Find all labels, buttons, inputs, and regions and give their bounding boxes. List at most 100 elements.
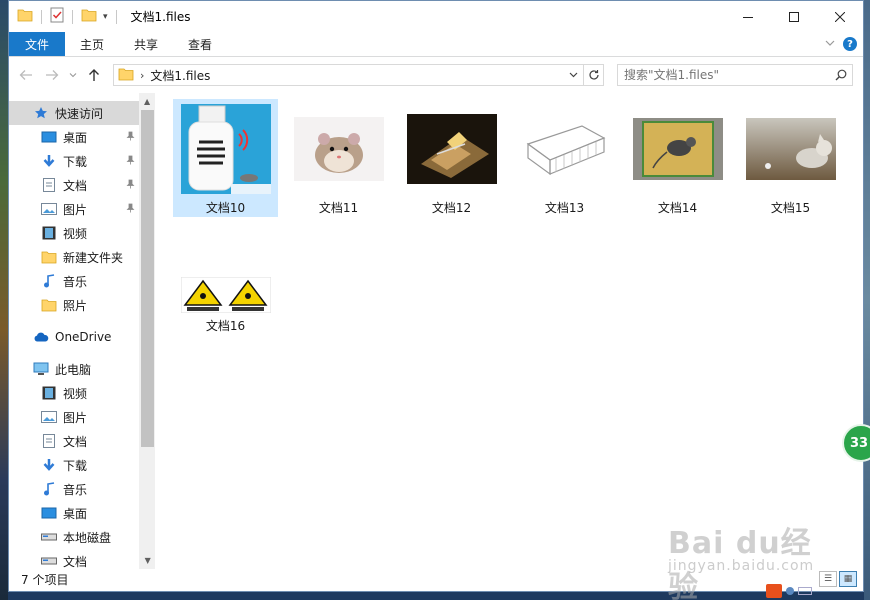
nav-item-video[interactable]: 视频	[9, 221, 139, 245]
file-item[interactable]: 文档15	[738, 99, 843, 217]
nav-item-drive[interactable]: 本地磁盘	[9, 525, 139, 549]
tab-share[interactable]: 共享	[119, 32, 173, 56]
video-icon	[41, 225, 57, 241]
file-item[interactable]: 文档12	[399, 99, 504, 217]
pin-icon[interactable]	[126, 203, 135, 216]
back-button[interactable]	[15, 64, 37, 86]
search-icon[interactable]	[830, 69, 852, 81]
thumbnail-cat	[745, 103, 837, 195]
pictures-icon	[41, 201, 57, 217]
folder-icon	[41, 297, 57, 313]
minimize-button[interactable]	[725, 1, 771, 32]
nav-item-label: 图片	[63, 202, 88, 217]
file-item[interactable]: 文档16	[173, 273, 278, 333]
nav-item-label: 下载	[63, 458, 88, 473]
watermark-url: jingyan.baidu.com	[668, 558, 815, 574]
nav-item-drive[interactable]: 文档	[9, 549, 139, 569]
up-button[interactable]	[83, 64, 105, 86]
pin-icon[interactable]	[126, 179, 135, 192]
document-icon	[41, 177, 57, 193]
search-input[interactable]	[624, 68, 830, 82]
nav-item-label: 桌面	[63, 506, 88, 521]
folder-icon	[41, 249, 57, 265]
thumbnail-cage-trap	[519, 103, 611, 195]
nav-item-pictures[interactable]: 图片	[9, 405, 139, 429]
nav-item-document[interactable]: 文档	[9, 173, 139, 197]
nav-item-pictures[interactable]: 图片	[9, 197, 139, 221]
thumbnail-glue-trap	[632, 103, 724, 195]
nav-item-desktop[interactable]: 桌面	[9, 501, 139, 525]
desktop-icon	[41, 505, 57, 521]
file-item[interactable]: 文档11	[286, 99, 391, 217]
nav-item-label: 文档	[63, 178, 88, 193]
thumbnail-hamster	[293, 103, 385, 195]
expand-ribbon-chevron-icon[interactable]	[825, 39, 835, 50]
nav-item-label: 文档	[63, 434, 88, 449]
pin-icon[interactable]	[126, 131, 135, 144]
navigation-bar: › 文档1.files	[9, 57, 863, 93]
nav-item-document[interactable]: 文档	[9, 429, 139, 453]
nav-item-video[interactable]: 视频	[9, 381, 139, 405]
nav-item-label: 照片	[63, 298, 88, 313]
nav-item-download[interactable]: 下载	[9, 149, 139, 173]
file-item[interactable]: 文档13	[512, 99, 617, 217]
address-history-dropdown[interactable]	[563, 65, 583, 85]
pin-icon[interactable]	[126, 155, 135, 168]
recent-locations-dropdown[interactable]	[67, 64, 79, 86]
nav-item-label: 桌面	[63, 130, 88, 145]
help-icon[interactable]: ?	[843, 37, 857, 51]
nav-item-label: 图片	[63, 410, 88, 425]
nav-item-quick-access[interactable]: 快速访问	[9, 101, 140, 125]
file-grid: 文档10 文档11 文档12 文档13 文档14 文档15 文档16	[173, 99, 863, 389]
tab-view[interactable]: 查看	[173, 32, 227, 56]
new-folder-icon[interactable]	[81, 8, 97, 25]
search-box[interactable]	[617, 64, 853, 86]
nav-item-label: 此电脑	[55, 362, 92, 377]
tab-file[interactable]: 文件	[9, 32, 66, 56]
nav-item-folder[interactable]: 照片	[9, 293, 139, 317]
title-bar: ▾ 文档1.files	[9, 1, 863, 32]
breadcrumb-segment[interactable]: 文档1.files	[150, 67, 210, 84]
refresh-button[interactable]	[583, 65, 603, 85]
navigation-pane-scrollbar[interactable]: ▲ ▼	[139, 93, 155, 569]
main-area: 快速访问 桌面 下载 文档 图片 视频 新建文件夹 音乐 照片 OneDrive 此电脑 视频…	[9, 93, 863, 569]
drive-icon	[41, 529, 57, 545]
keyboard-icon[interactable]	[798, 587, 812, 595]
nav-item-download[interactable]: 下载	[9, 453, 139, 477]
maximize-button[interactable]	[771, 1, 817, 32]
nav-item-music[interactable]: 音乐	[9, 269, 139, 293]
nav-item-desktop[interactable]: 桌面	[9, 125, 139, 149]
input-method-icon[interactable]	[766, 584, 782, 598]
address-bar[interactable]: › 文档1.files	[113, 64, 604, 86]
nav-item-music[interactable]: 音乐	[9, 477, 139, 501]
tab-home[interactable]: 主页	[65, 32, 119, 56]
nav-item-folder[interactable]: 新建文件夹	[9, 245, 139, 269]
window-controls	[725, 1, 863, 32]
nav-item-this-pc[interactable]: 此电脑	[9, 357, 139, 381]
thumbnail-warning-sign	[180, 277, 272, 313]
download-icon	[41, 457, 57, 473]
video-icon	[41, 385, 57, 401]
file-name: 文档11	[318, 201, 359, 215]
forward-button[interactable]	[41, 64, 63, 86]
file-item[interactable]: 文档10	[173, 99, 278, 217]
customize-toolbar-dropdown-icon[interactable]: ▾	[103, 12, 108, 22]
scrollbar-thumb[interactable]	[141, 110, 155, 447]
music-icon	[41, 481, 57, 497]
close-button[interactable]	[817, 1, 863, 32]
nav-item-onedrive[interactable]: OneDrive	[9, 325, 139, 349]
breadcrumb-separator-icon[interactable]: ›	[140, 69, 144, 82]
nav-item-label: 本地磁盘	[63, 530, 112, 545]
desktop-background-left	[0, 0, 8, 600]
toolbar-separator	[41, 9, 42, 24]
file-item[interactable]: 文档14	[625, 99, 730, 217]
moon-icon[interactable]	[786, 587, 794, 595]
cloud-icon	[33, 329, 49, 345]
ribbon-tabs: 文件 主页 共享 查看 ?	[9, 32, 863, 57]
scroll-up-icon[interactable]: ▲	[139, 93, 155, 110]
file-name: 文档13	[544, 201, 585, 215]
file-name: 文档12	[431, 201, 472, 215]
download-icon	[41, 153, 57, 169]
properties-icon[interactable]	[50, 7, 64, 26]
folder-icon[interactable]	[17, 8, 33, 25]
